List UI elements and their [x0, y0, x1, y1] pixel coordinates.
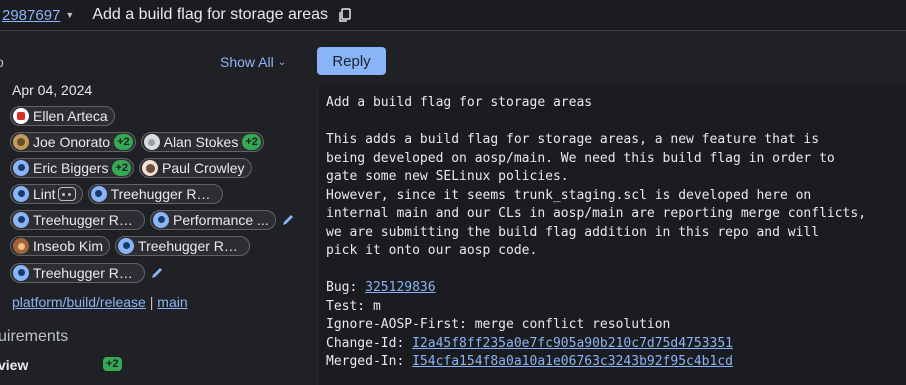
avatar	[118, 238, 135, 254]
bug-line: Bug: 325129836	[326, 280, 436, 295]
repo-branch: platform/build/release | main	[12, 294, 188, 310]
reviewer-row: Treehugger Ro... Performance ...	[10, 210, 295, 230]
reviewer-chip[interactable]: Ellen Arteca	[10, 106, 115, 126]
bug-link[interactable]: 325129836	[365, 280, 435, 295]
merged-in-line: Merged-In: I54cfa154f8a0a10a1e06763c3243…	[326, 354, 733, 369]
show-all-label: Show All	[220, 54, 274, 70]
change-id-link[interactable]: I2a45f8ff235a0e7fc905a90b210c7d75d475335…	[412, 336, 733, 351]
change-header: 2987697 ▼ Add a build flag for storage a…	[0, 0, 906, 31]
reviewer-chip[interactable]: Treehugger Ro...	[10, 263, 145, 283]
reviewer-chip[interactable]: Inseob Kim	[10, 236, 111, 256]
message-line: However, since it seems trunk_staging.sc…	[326, 187, 812, 203]
vote-badge: +2	[112, 160, 132, 176]
avatar	[13, 212, 29, 228]
avatar	[13, 238, 29, 254]
avatar	[13, 134, 29, 150]
message-line: pick it onto our aosp code.	[326, 243, 538, 258]
avatar	[13, 160, 29, 176]
copy-icon[interactable]	[338, 8, 352, 22]
reviewer-chip[interactable]: Joe Onorato +2	[10, 132, 136, 152]
avatar	[143, 134, 160, 150]
reviewer-row: Lint Treehugger Ro...	[10, 184, 223, 204]
pencil-icon[interactable]	[150, 266, 164, 280]
message-line: we are submitting the build flag additio…	[326, 224, 820, 240]
avatar	[13, 108, 29, 124]
message-line: being developed on aosp/main. We need th…	[326, 150, 835, 166]
avatar	[153, 212, 169, 228]
reviewer-row: Joe Onorato +2 Alan Stokes +2	[10, 132, 264, 152]
reviewer-chip[interactable]: Treehugger Ro...	[87, 184, 223, 204]
pencil-icon[interactable]	[281, 213, 295, 227]
date-label: Apr 04, 2024	[12, 82, 93, 98]
reviewer-chip[interactable]: Treehugger Ro...	[10, 210, 145, 230]
reviewer-row: Eric Biggers +2 Paul Crowley	[10, 158, 252, 178]
review-requirement-label: view	[0, 357, 29, 373]
chevron-down-icon[interactable]: ▼	[65, 10, 74, 20]
show-all-button[interactable]: Show All ⌄	[220, 54, 286, 70]
repo-link[interactable]: platform/build/release	[12, 294, 146, 310]
chevron-down-icon: ⌄	[277, 56, 287, 68]
vote-badge: +2	[242, 134, 261, 150]
message-line: This adds a build flag for storage areas…	[326, 132, 820, 147]
reviewer-chip[interactable]: Treehugger Ro...	[115, 236, 251, 256]
requirements-heading: uirements	[0, 328, 69, 345]
reviewer-row: Inseob Kim Treehugger Ro...	[10, 236, 251, 256]
section-label-truncated: o	[0, 54, 4, 70]
ignore-aosp-line: Ignore-AOSP-First: merge conflict resolu…	[326, 317, 671, 332]
avatar	[13, 186, 29, 202]
vote-badge: +2	[103, 357, 122, 371]
change-subject: Add a build flag for storage areas	[92, 6, 329, 23]
vote-badge: +2	[114, 134, 133, 150]
avatar	[142, 160, 159, 176]
reviewer-chip[interactable]: Eric Biggers +2	[10, 158, 135, 178]
commit-title: Add a build flag for storage areas	[326, 95, 593, 110]
branch-link[interactable]: main	[157, 294, 187, 310]
reviewer-chip[interactable]: Lint	[10, 184, 83, 204]
reviewer-chip[interactable]: Alan Stokes +2	[140, 132, 264, 152]
change-number-link[interactable]: 2987697	[2, 7, 60, 24]
message-line: internal main and our CLs in aosp/main a…	[326, 206, 867, 221]
reviewer-row: Ellen Arteca	[10, 106, 115, 126]
reviewer-chip[interactable]: Performance ...	[150, 210, 276, 230]
reviewer-row: Treehugger Ro...	[10, 263, 164, 283]
commit-message: Add a build flag for storage areas This …	[317, 85, 906, 385]
change-metadata-panel: o Show All ⌄ Apr 04, 2024 Ellen Arteca J…	[0, 32, 305, 385]
reviewer-chip[interactable]: Paul Crowley	[139, 158, 252, 178]
robot-icon	[57, 187, 76, 201]
avatar	[90, 186, 107, 202]
avatar	[13, 265, 29, 281]
reply-button[interactable]: Reply	[317, 47, 386, 75]
test-line: Test: m	[326, 298, 381, 314]
change-id-line: Change-Id: I2a45f8ff235a0e7fc905a90b210c…	[326, 335, 733, 351]
merged-in-link[interactable]: I54cfa154f8a0a10a1e06763c3243b92f95c4b1c…	[412, 354, 733, 369]
separator: |	[149, 294, 154, 310]
message-line: gate some new SELinux policies.	[326, 169, 569, 184]
